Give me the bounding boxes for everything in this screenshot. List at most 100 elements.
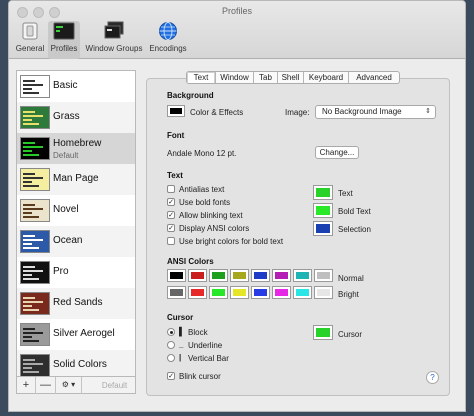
text-color-label: Selection — [338, 225, 371, 234]
tab-text[interactable]: Text — [187, 72, 216, 83]
ansi-normal-color-5[interactable] — [272, 269, 291, 282]
text-color-well[interactable] — [313, 185, 333, 200]
profiles-icon — [53, 22, 75, 40]
cursor-color-well[interactable] — [313, 325, 333, 340]
text-option-checkbox[interactable]: ✓ — [167, 224, 175, 232]
ansi-normal-color-3[interactable] — [230, 269, 249, 282]
cursor-heading: Cursor — [167, 313, 194, 322]
preview-text-line — [23, 278, 39, 280]
profile-row-red-sands[interactable]: Red Sands — [17, 288, 135, 319]
text-option-label: Antialias text — [179, 185, 225, 194]
remove-profile-button[interactable]: — — [36, 377, 56, 394]
cursor-style-radio[interactable] — [167, 328, 175, 336]
gear-menu-button[interactable]: ⚙ ▾ — [56, 377, 82, 394]
text-option-label: Use bold fonts — [179, 198, 231, 207]
profile-preview-thumbnail — [20, 168, 50, 191]
toolbar-encodings[interactable]: Encodings — [147, 21, 189, 59]
ansi-normal-color-6[interactable] — [293, 269, 312, 282]
ansi-normal-color-7[interactable] — [314, 269, 333, 282]
profile-row-man-page[interactable]: Man Page — [17, 164, 135, 195]
settings-tabs: Text Window Tab Shell Keyboard Advanced — [186, 71, 400, 84]
ansi-bright-label: Bright — [338, 290, 359, 299]
preview-text-line — [23, 150, 32, 152]
change-font-button[interactable]: Change... — [315, 146, 359, 159]
ansi-color-fill — [233, 272, 246, 279]
text-option-checkbox[interactable] — [167, 185, 175, 193]
profile-row-homebrew[interactable]: Homebrew Default — [17, 133, 135, 164]
ansi-normal-color-0[interactable] — [167, 269, 186, 282]
preview-text-line — [23, 88, 32, 90]
toolbar-encodings-label: Encodings — [149, 44, 187, 53]
cursor-color-label: Cursor — [338, 330, 363, 339]
profile-row-basic[interactable]: Basic — [17, 71, 135, 102]
help-button[interactable]: ? — [426, 371, 439, 384]
preview-text-line — [23, 212, 32, 214]
ansi-bright-color-4[interactable] — [251, 286, 270, 299]
ansi-bright-color-2[interactable] — [209, 286, 228, 299]
preview-text-line — [23, 204, 35, 206]
tab-shell[interactable]: Shell — [278, 72, 304, 83]
preview-text-line — [23, 340, 39, 342]
background-image-select[interactable]: No Background Image ⇕ — [315, 105, 436, 119]
tab-advanced[interactable]: Advanced — [349, 72, 399, 83]
profile-default-label: Default — [53, 151, 79, 160]
text-option-checkbox[interactable] — [167, 237, 175, 245]
preview-text-line — [23, 154, 39, 156]
text-option-checkbox[interactable]: ✓ — [167, 211, 175, 219]
profile-name: Red Sands — [53, 297, 103, 308]
ansi-color-fill — [170, 289, 183, 296]
toolbar-general[interactable]: General — [13, 21, 47, 59]
window-groups-icon — [104, 21, 124, 39]
ansi-bright-color-3[interactable] — [230, 286, 249, 299]
add-profile-button[interactable]: + — [17, 377, 36, 394]
profile-name: Silver Aerogel — [53, 328, 115, 339]
font-value: Andale Mono 12 pt. — [167, 149, 237, 158]
toolbar-window-groups[interactable]: Window Groups — [83, 21, 145, 59]
text-color-well[interactable] — [313, 221, 333, 236]
cursor-style-glyph: _ — [179, 340, 184, 349]
cursor-style-radio[interactable] — [167, 341, 175, 349]
toolbar-profiles[interactable]: Profiles — [48, 21, 80, 59]
preview-text-line — [23, 239, 43, 241]
preview-text-line — [23, 266, 35, 268]
ansi-bright-color-0[interactable] — [167, 286, 186, 299]
preview-text-line — [23, 336, 32, 338]
cursor-style-radio[interactable] — [167, 354, 175, 362]
tab-keyboard[interactable]: Keyboard — [304, 72, 349, 83]
ansi-color-fill — [212, 272, 225, 279]
ansi-color-fill — [233, 289, 246, 296]
ansi-bright-color-6[interactable] — [293, 286, 312, 299]
ansi-normal-color-2[interactable] — [209, 269, 228, 282]
ansi-bright-color-1[interactable] — [188, 286, 207, 299]
blink-cursor-checkbox[interactable]: ✓ — [167, 372, 175, 380]
profile-row-grass[interactable]: Grass — [17, 102, 135, 133]
profile-list[interactable]: Basic Grass Homebrew Default Man Page Novel Oc… — [16, 70, 136, 394]
ansi-normal-color-1[interactable] — [188, 269, 207, 282]
preview-text-line — [23, 185, 39, 187]
profile-row-novel[interactable]: Novel — [17, 195, 135, 226]
preview-text-line — [23, 247, 39, 249]
general-icon — [22, 22, 38, 40]
ansi-color-fill — [191, 289, 204, 296]
preview-text-line — [23, 270, 43, 272]
profile-preview-thumbnail — [20, 292, 50, 315]
title-bar: Profiles General Profiles Window Groups — [9, 1, 465, 59]
preview-text-line — [23, 84, 43, 86]
preview-text-line — [23, 328, 35, 330]
ansi-bright-color-5[interactable] — [272, 286, 291, 299]
select-arrows-icon: ⇕ — [425, 108, 431, 115]
preview-text-line — [23, 119, 32, 121]
ansi-bright-color-7[interactable] — [314, 286, 333, 299]
ansi-color-fill — [254, 289, 267, 296]
ansi-normal-color-4[interactable] — [251, 269, 270, 282]
text-color-well[interactable] — [313, 203, 333, 218]
background-color-well[interactable] — [167, 105, 185, 117]
tab-tab[interactable]: Tab — [254, 72, 278, 83]
profile-row-ocean[interactable]: Ocean — [17, 226, 135, 257]
profile-row-pro[interactable]: Pro — [17, 257, 135, 288]
default-button[interactable]: Default — [93, 377, 136, 394]
text-option-checkbox[interactable]: ✓ — [167, 198, 175, 206]
tab-window[interactable]: Window — [216, 72, 254, 83]
profile-row-silver-aerogel[interactable]: Silver Aerogel — [17, 319, 135, 350]
window-title: Profiles — [221, 6, 252, 16]
